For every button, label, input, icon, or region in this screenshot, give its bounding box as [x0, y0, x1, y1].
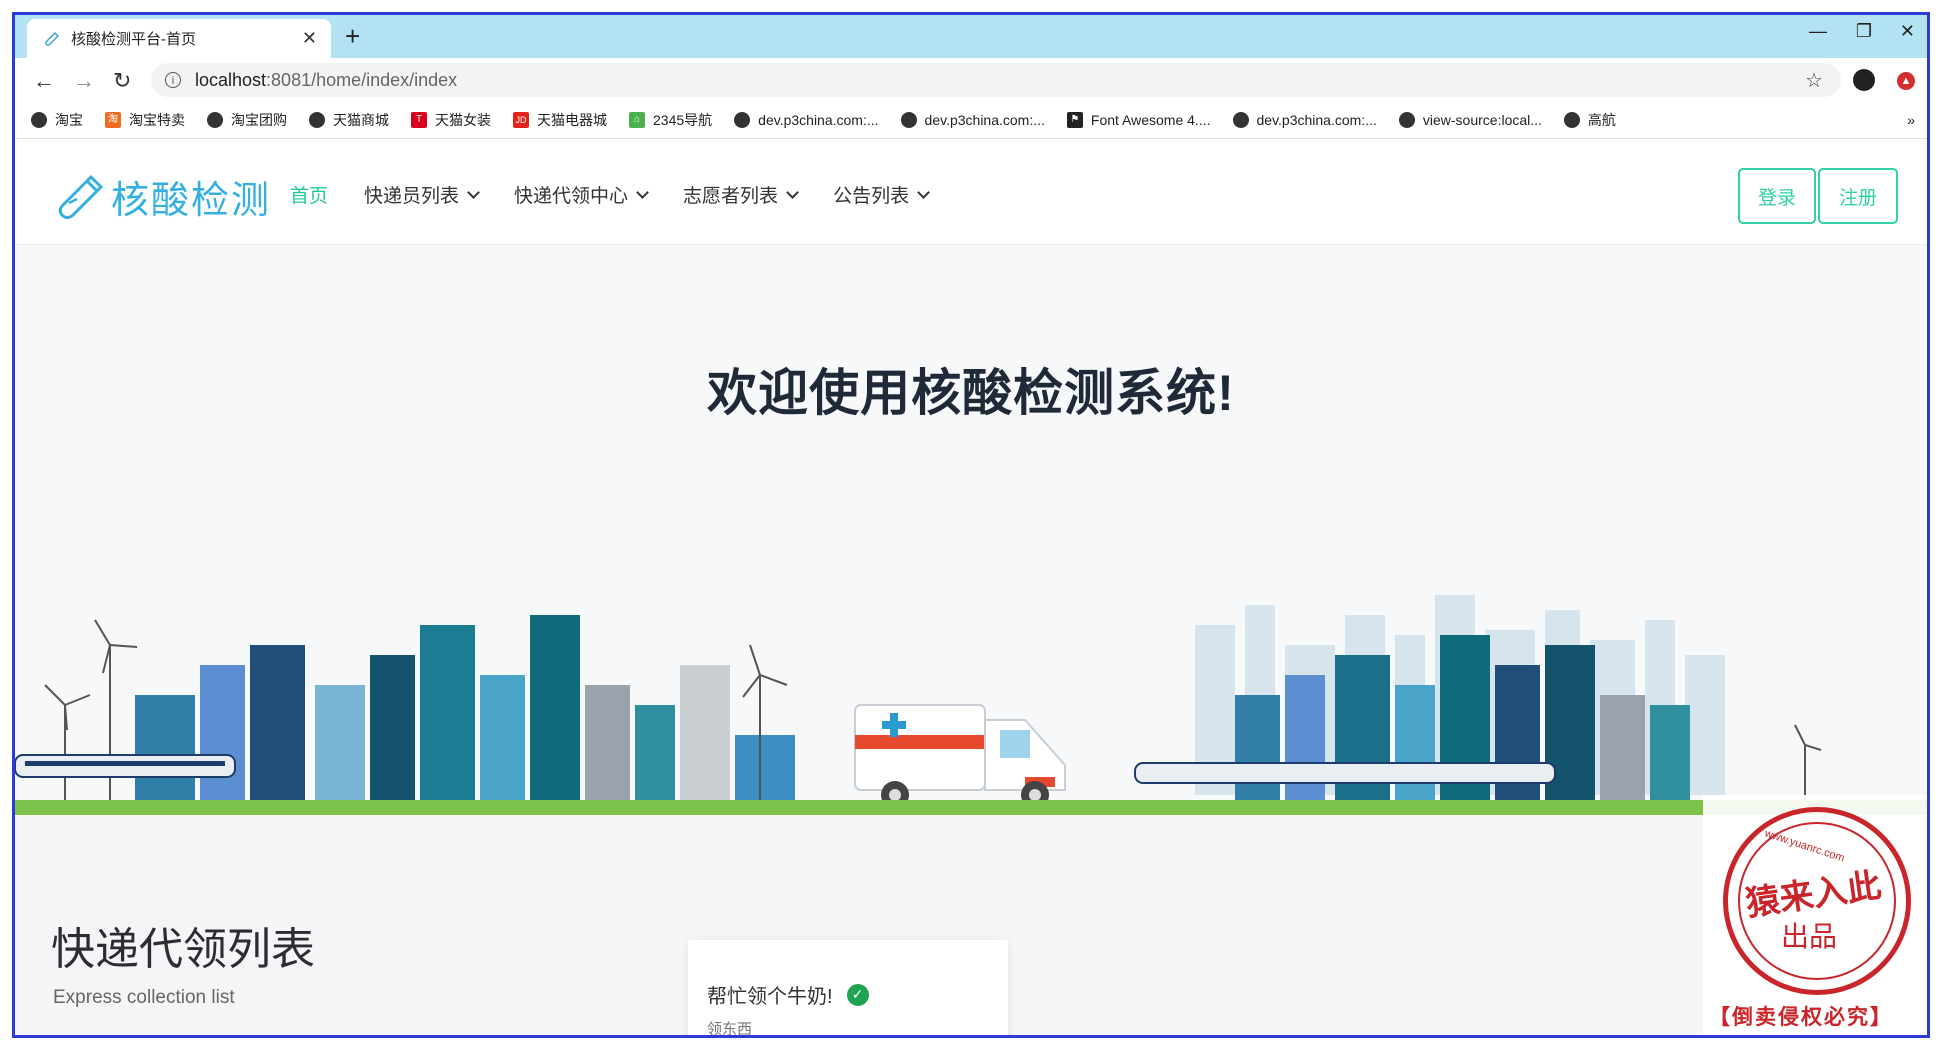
tmall-icon: T — [411, 112, 427, 128]
bookmarks-bar: 淘宝 淘淘宝特卖 淘宝团购 天猫商城 T 天猫女装 JD 天猫电器城 ⌂ 2345导航… — [15, 102, 1927, 139]
close-window-icon[interactable]: ✕ — [1900, 21, 1915, 42]
globe-icon — [1232, 112, 1249, 128]
site-header: 核酸检测 首页 快递员列表 快递代领中心 志愿者列表 公告列表 登录 注册 — [15, 139, 1927, 245]
chevron-down-icon — [636, 186, 649, 199]
hero-banner: 欢迎使用核酸检测系统! — [15, 245, 1927, 815]
flag-icon: ⚑ — [1066, 112, 1083, 128]
new-tab-icon[interactable]: + — [345, 21, 360, 52]
test-tube-favicon-icon — [45, 31, 59, 46]
jd-icon: JD — [513, 112, 529, 128]
stamp-sub-text: 出品 — [1781, 920, 1838, 953]
bookmark-item[interactable]: ⌂ 2345导航 — [629, 110, 712, 130]
bookmark-item[interactable]: view-source:local... — [1398, 112, 1542, 128]
watermark-stamp: www.yuanrc.com 猿来入此 出品 【倒卖侵权必究】 — [1703, 795, 1927, 1035]
globe-icon — [1398, 112, 1415, 128]
bookmark-item[interactable]: dev.p3china.com:... — [900, 112, 1045, 128]
bookmark-item[interactable]: 淘宝 — [31, 110, 83, 130]
card-title: 帮忙领个牛奶! ✓ — [707, 980, 869, 1009]
stamp-footer-text: 【倒卖侵权必究】 — [1709, 1004, 1893, 1029]
bookmark-star-icon[interactable]: ☆ — [1805, 68, 1823, 93]
browser-window: 核酸检测平台-首页 ✕ + — ❐ ✕ ← → ↻ i localhost:80… — [12, 12, 1930, 1038]
logo-text: 核酸检测 — [111, 180, 272, 222]
close-tab-icon[interactable]: ✕ — [302, 28, 317, 49]
minimize-icon[interactable]: — — [1809, 21, 1827, 42]
globe-icon — [900, 112, 917, 128]
bookmark-item[interactable]: ⚑ Font Awesome 4.... — [1066, 112, 1211, 128]
express-collection-section: 快递代领列表 Express collection list 帮忙领个牛奶! ✓… — [15, 815, 1927, 1035]
tab-title: 核酸检测平台-首页 — [71, 31, 196, 48]
globe-icon — [31, 112, 47, 128]
express-card[interactable]: 帮忙领个牛奶! ✓ 领东西 — [688, 940, 1008, 1038]
city-skyline-illustration — [15, 595, 1927, 815]
nav-item-couriers[interactable]: 快递员列表 — [364, 181, 480, 208]
section-title: 快递代领列表 — [51, 925, 315, 974]
hero-title: 欢迎使用核酸检测系统! — [707, 365, 1235, 421]
back-arrow-icon[interactable]: ← — [33, 68, 55, 94]
forward-arrow-icon[interactable]: → — [73, 68, 95, 94]
login-button[interactable]: 登录 — [1738, 168, 1816, 224]
browser-tab[interactable]: 核酸检测平台-首页 ✕ — [27, 19, 331, 58]
bookmark-item[interactable]: T 天猫女装 — [411, 110, 491, 130]
nav-item-volunteers[interactable]: 志愿者列表 — [683, 181, 799, 208]
bookmark-item[interactable]: 淘宝团购 — [207, 110, 287, 130]
url-path: :8081/home/index/index — [266, 69, 458, 90]
globe-icon — [207, 112, 223, 128]
main-nav: 首页 快递员列表 快递代领中心 志愿者列表 公告列表 — [290, 181, 964, 208]
extension-icon[interactable]: ▲ — [1897, 72, 1915, 90]
url-host: localhost — [195, 69, 267, 90]
check-circle-icon: ✓ — [846, 983, 869, 1006]
profile-avatar-icon[interactable] — [1853, 69, 1875, 91]
2345-icon: ⌂ — [629, 112, 645, 128]
register-button[interactable]: 注册 — [1818, 168, 1898, 224]
globe-icon — [734, 112, 751, 128]
tab-strip: 核酸检测平台-首页 ✕ + — ❐ ✕ — [15, 15, 1927, 58]
globe-icon — [1563, 112, 1580, 128]
bookmark-item[interactable]: 淘淘宝特卖 — [105, 110, 185, 130]
address-toolbar: ← → ↻ i localhost:8081/home/index/index … — [15, 58, 1927, 102]
globe-icon — [309, 112, 325, 128]
test-tube-logo-icon — [58, 174, 104, 219]
nav-item-home[interactable]: 首页 — [290, 181, 328, 208]
site-info-icon[interactable]: i — [165, 72, 181, 88]
reload-icon[interactable]: ↻ — [113, 68, 131, 94]
bookmark-item[interactable]: dev.p3china.com:... — [734, 112, 879, 128]
card-subtitle: 领东西 — [707, 1021, 753, 1038]
taobao-sale-icon: 淘 — [105, 112, 121, 128]
bookmark-item[interactable]: 天猫商城 — [309, 110, 389, 130]
bookmark-item[interactable]: JD 天猫电器城 — [513, 110, 607, 130]
restore-icon[interactable]: ❐ — [1856, 21, 1872, 42]
bookmark-item[interactable]: dev.p3china.com:... — [1232, 112, 1377, 128]
nav-item-express-center[interactable]: 快递代领中心 — [514, 181, 649, 208]
chevron-down-icon — [917, 186, 930, 199]
nav-item-notices[interactable]: 公告列表 — [833, 181, 930, 208]
section-subtitle: Express collection list — [53, 987, 235, 1008]
chevron-down-icon — [786, 186, 799, 199]
more-bookmarks-icon[interactable]: » — [1907, 112, 1915, 128]
bookmark-item[interactable]: 高航 — [1563, 110, 1616, 130]
address-bar[interactable]: i localhost:8081/home/index/index ☆ — [151, 63, 1841, 97]
chevron-down-icon — [467, 186, 480, 199]
site-logo[interactable]: 核酸检测 — [57, 169, 271, 224]
